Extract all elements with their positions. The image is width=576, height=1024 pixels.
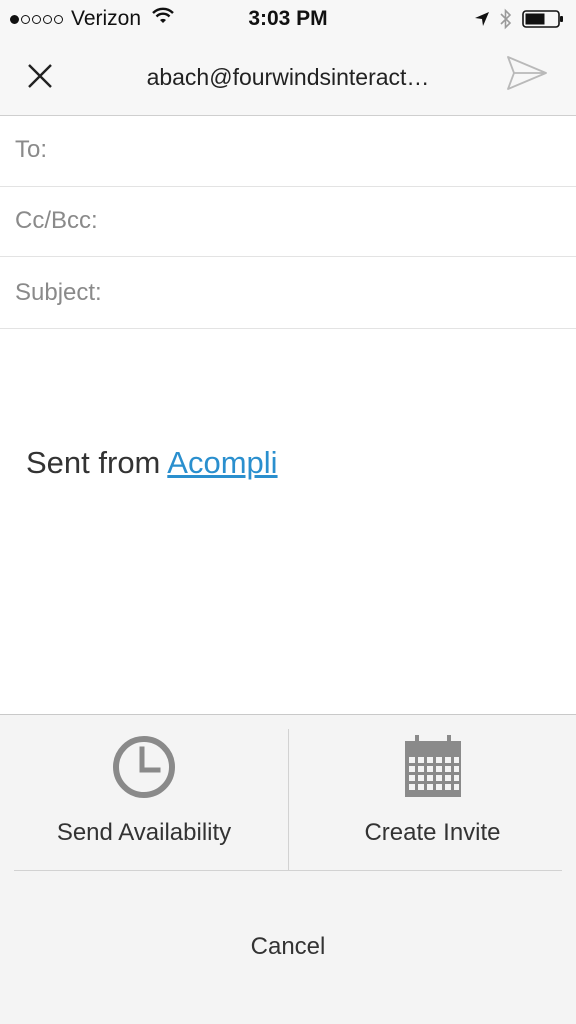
cancel-label: Cancel [250, 933, 326, 960]
subject-field[interactable]: Subject: [0, 257, 576, 329]
cc-bcc-label: Cc/Bcc: [15, 207, 98, 234]
cc-bcc-field[interactable]: Cc/Bcc: [0, 187, 576, 257]
status-right [464, 8, 564, 30]
send-icon [506, 55, 548, 96]
close-icon [27, 63, 53, 94]
to-label: To: [15, 136, 48, 163]
battery-icon [522, 9, 564, 29]
to-field[interactable]: To: [0, 116, 576, 187]
send-availability-label: Send Availability [56, 819, 232, 846]
clock-icon [0, 735, 288, 799]
compose-screen: Verizon 3:03 PM abach@fourwindsinteract…… [0, 0, 576, 1024]
close-button[interactable] [18, 56, 62, 100]
action-sheet: Send Availability Create Invite Cancel [0, 714, 576, 1024]
send-button[interactable] [502, 52, 552, 98]
bluetooth-icon [500, 8, 512, 30]
subject-label: Subject: [15, 279, 102, 306]
signature-text: Sent from [26, 445, 168, 480]
calendar-icon [289, 735, 576, 799]
from-account-title[interactable]: abach@fourwindsinteract… [110, 64, 466, 91]
message-body[interactable]: Sent from Acompli [0, 329, 576, 714]
signature: Sent from Acompli [26, 445, 278, 481]
create-invite-label: Create Invite [364, 819, 501, 846]
status-bar: Verizon 3:03 PM [0, 0, 576, 38]
signature-link[interactable]: Acompli [167, 445, 277, 480]
create-invite-button[interactable]: Create Invite [289, 715, 576, 870]
send-availability-button[interactable]: Send Availability [0, 715, 288, 870]
location-arrow-icon [474, 11, 490, 27]
compose-nav-bar: abach@fourwindsinteract… [0, 38, 576, 116]
